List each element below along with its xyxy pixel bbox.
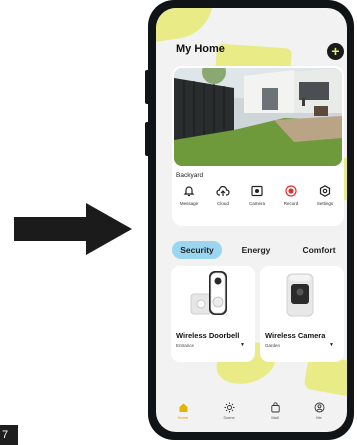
camera-feed-image[interactable] [174,68,342,166]
nav-label: Mall [271,415,279,420]
nav-me[interactable]: Me [304,402,334,420]
action-label: Message [179,201,199,206]
bottom-nav: Home Scene Mall Me [156,398,347,432]
camera-action[interactable]: Camera [242,184,272,206]
action-label: Settings [316,201,334,206]
nav-label: Home [177,415,189,420]
camera-device-image [260,266,344,324]
user-icon [314,402,324,413]
action-label: Record [283,201,299,206]
device-name: Wireless Camera [265,331,326,340]
camera-icon [251,185,263,197]
camera-card[interactable]: Backyard Message Cloud Camera Record Set… [172,66,344,226]
page-title: My Home [176,43,225,55]
nav-scene[interactable]: Scene [214,402,244,420]
nav-label: Scene [223,415,235,420]
message-action[interactable]: Message [174,184,204,206]
settings-action[interactable]: Settings [310,184,340,206]
device-card-doorbell[interactable]: Wireless Doorbell Entrance ▼ [171,266,255,362]
app-header: My Home + [156,8,347,68]
camera-name: Backyard [176,172,204,179]
nav-label: Me [316,415,322,420]
record-action[interactable]: Record [276,184,306,206]
sun-icon [224,402,234,413]
caret-down-icon[interactable]: ▼ [329,342,334,348]
tab-energy[interactable]: Energy [234,241,278,259]
gear-icon [319,185,331,197]
cloud-action[interactable]: Cloud [208,184,238,206]
home-icon [179,403,187,412]
bell-icon [183,186,195,197]
device-name: Wireless Doorbell [176,331,240,340]
tab-comfort[interactable]: Comfort [294,241,344,259]
action-label: Cloud [217,201,229,206]
bag-icon [270,402,280,413]
tab-security[interactable]: Security [172,241,222,259]
doorbell-image [171,266,255,324]
device-room: Entrance [176,343,195,348]
right-arrow-icon [14,203,132,255]
device-card-camera[interactable]: Wireless Camera Garden ▼ [260,266,344,362]
cloud-upload-icon [216,185,230,196]
phone-side-button [145,70,150,104]
action-label: Camera [248,201,265,206]
add-device-button[interactable]: + [327,43,344,60]
category-tabs: Security Energy Comfort [172,241,344,261]
nav-mall[interactable]: Mall [260,402,290,420]
nav-home[interactable]: Home [168,402,198,420]
caret-down-icon[interactable]: ▼ [240,342,245,348]
app-screen: My Home + Backyard Message Cloud Camera … [156,8,347,432]
device-room: Garden [265,343,281,348]
page-number: 7 [0,425,18,445]
record-icon [285,185,297,197]
phone-side-button [145,122,150,156]
